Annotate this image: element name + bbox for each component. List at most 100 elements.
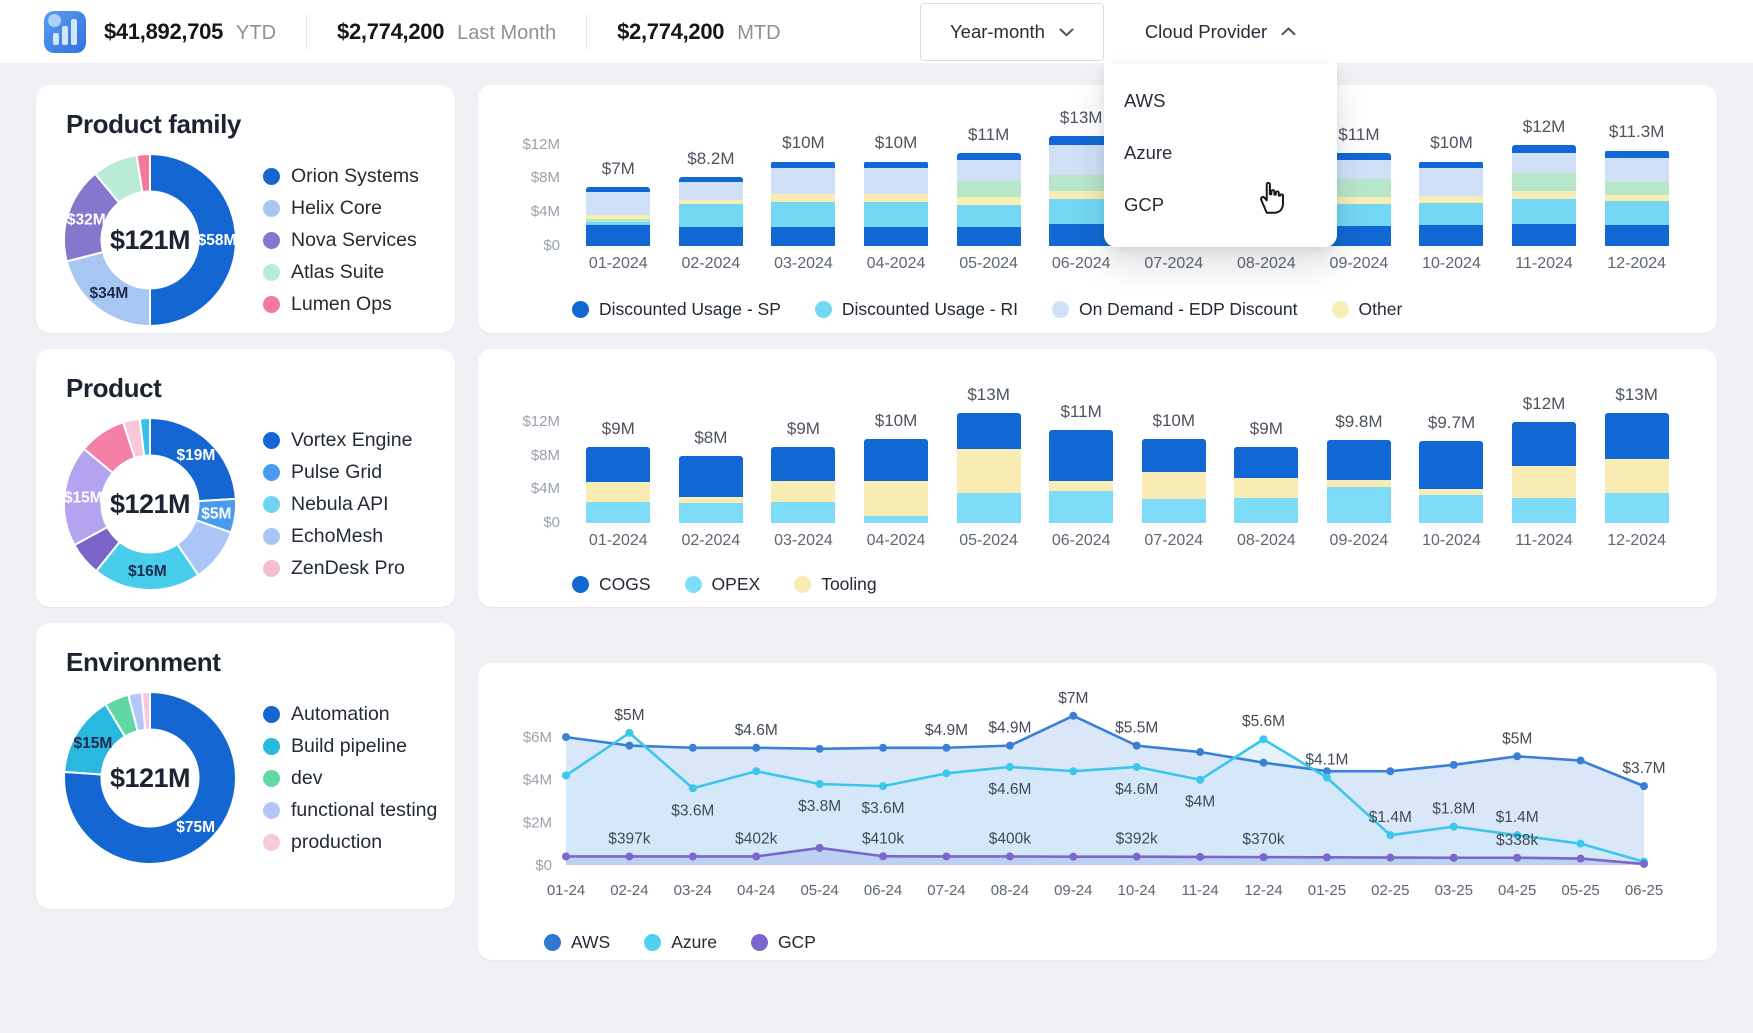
bar-segment-opex: [679, 503, 743, 523]
legend-item-production[interactable]: production: [263, 831, 437, 854]
environment-donut-row: $75M$15M$121M Automation Build pipeline dev…: [62, 690, 455, 866]
bar-slot: $7M: [572, 131, 665, 246]
bar-01-2024[interactable]: [586, 447, 650, 523]
point-gcp-10-24: [1133, 853, 1141, 861]
bar-segment-cogs: [771, 447, 835, 481]
point-aws-03-25: [1450, 761, 1458, 769]
point-azure-12-24: [1260, 735, 1268, 743]
legend-item-orion-systems[interactable]: Orion Systems: [263, 165, 419, 188]
bar-slot: $10M: [850, 405, 943, 523]
x-tick-label: 12-24: [1244, 882, 1282, 899]
legend-dot: [751, 934, 768, 951]
legend-item-zendesk-pro[interactable]: ZenDesk Pro: [263, 557, 412, 580]
cloud-provider-select-label: Cloud Provider: [1145, 21, 1267, 43]
legend-dot: [544, 934, 561, 951]
legend-item-echomesh[interactable]: EchoMesh: [263, 525, 412, 548]
point-label: $3.8M: [798, 798, 841, 815]
bar-03-2024[interactable]: [771, 447, 835, 523]
bar-11-2024[interactable]: [1512, 145, 1576, 246]
bar-11-2024[interactable]: [1512, 422, 1576, 523]
bar-segment-opex: [586, 502, 650, 523]
point-gcp-12-24: [1260, 853, 1268, 861]
bar-segment-ri: [1419, 203, 1483, 225]
bar-05-2024[interactable]: [957, 413, 1021, 523]
bar-segment-edp: [771, 168, 835, 194]
legend-item-atlas-suite[interactable]: Atlas Suite: [263, 261, 419, 284]
legend-item-tooling[interactable]: Tooling: [794, 574, 876, 595]
y-tick-label: $6M: [523, 729, 552, 746]
donut-chart: $75M$15M$121M: [62, 690, 238, 866]
legend-item-aws[interactable]: AWS: [544, 932, 610, 953]
menu-item-azure[interactable]: Azure: [1104, 127, 1337, 179]
point-aws-04-24: [752, 744, 760, 752]
legend-item-azure[interactable]: Azure: [644, 932, 717, 953]
year-month-select[interactable]: Year-month: [920, 3, 1104, 61]
bar-value-label: $8.2M: [687, 149, 734, 169]
kpi-last-month-value: $2,774,200: [337, 19, 444, 45]
bar-value-label: $9M: [1250, 419, 1283, 439]
bar-slot: $10M: [850, 131, 943, 246]
legend-item-lumen-ops[interactable]: Lumen Ops: [263, 293, 419, 316]
legend-item-other[interactable]: Other: [1332, 299, 1403, 320]
y-tick-label: $12M: [522, 136, 560, 153]
bar-02-2024[interactable]: [679, 456, 743, 523]
legend-item-pulse-grid[interactable]: Pulse Grid: [263, 461, 412, 484]
bar-12-2024[interactable]: [1605, 150, 1669, 246]
legend-item-build-pipeline[interactable]: Build pipeline: [263, 735, 437, 758]
x-axis: 01-202402-202403-202404-202405-202406-20…: [572, 532, 1683, 550]
bar-04-2024[interactable]: [864, 161, 928, 246]
bar-04-2024[interactable]: [864, 439, 928, 523]
menu-item-aws[interactable]: AWS: [1104, 75, 1337, 127]
product-donut-row: $19M$5M$16M$15M$121MVortex EnginePulse G…: [62, 416, 455, 592]
legend-label: Nova Services: [291, 229, 417, 252]
legend-dot: [263, 560, 280, 577]
legend-item-helix-core[interactable]: Helix Core: [263, 197, 419, 220]
bar-03-2024[interactable]: [771, 161, 835, 246]
legend-item-functional-testing[interactable]: functional testing: [263, 799, 437, 822]
bar-02-2024[interactable]: [679, 177, 743, 246]
bar-09-2024[interactable]: [1327, 440, 1391, 523]
x-tick-label: 08-2024: [1220, 255, 1313, 273]
point-azure-05-24: [816, 780, 824, 788]
bar-07-2024[interactable]: [1142, 439, 1206, 523]
legend-dot: [263, 738, 280, 755]
bar-08-2024[interactable]: [1234, 447, 1298, 523]
bar-10-2024[interactable]: [1419, 161, 1483, 246]
legend-item-nebula-api[interactable]: Nebula API: [263, 493, 412, 516]
bar-12-2024[interactable]: [1605, 413, 1669, 523]
x-tick-label: 03-24: [674, 882, 712, 899]
product-title: Product: [66, 373, 455, 404]
menu-item-gcp[interactable]: GCP: [1104, 179, 1337, 231]
x-tick-label: 05-2024: [942, 255, 1035, 273]
bar-segment-ri: [1605, 201, 1669, 225]
legend-item-discounted-usage-ri[interactable]: Discounted Usage - RI: [815, 299, 1018, 320]
point-azure-08-24: [1006, 763, 1014, 771]
legend-item-vortex-engine[interactable]: Vortex Engine: [263, 429, 412, 452]
bar-10-2024[interactable]: [1419, 441, 1483, 523]
point-gcp-08-24: [1006, 852, 1014, 860]
legend-item-automation[interactable]: Automation: [263, 703, 437, 726]
bar-value-label: $13M: [1615, 385, 1658, 405]
legend-dot: [572, 301, 589, 318]
legend-item-cogs[interactable]: COGS: [572, 574, 651, 595]
legend-item-gcp[interactable]: GCP: [751, 932, 816, 953]
cloud-provider-select[interactable]: Cloud Provider: [1104, 0, 1337, 63]
bar-01-2024[interactable]: [586, 187, 650, 246]
legend-item-nova-services[interactable]: Nova Services: [263, 229, 419, 252]
x-tick-label: 02-2024: [665, 255, 758, 273]
bar-value-label: $12M: [1523, 117, 1566, 137]
bar-05-2024[interactable]: [957, 153, 1021, 246]
legend-item-opex[interactable]: OPEX: [685, 574, 761, 595]
legend-label: dev: [291, 767, 322, 790]
donut-total: $121M: [62, 416, 238, 592]
point-label: $3.7M: [1622, 760, 1665, 777]
bar-06-2024[interactable]: [1049, 430, 1113, 523]
legend-item-on-demand-edp-discount[interactable]: On Demand - EDP Discount: [1052, 299, 1298, 320]
legend-item-dev[interactable]: dev: [263, 767, 437, 790]
legend-label: Azure: [671, 932, 717, 953]
legend-label: Tooling: [821, 574, 876, 595]
bar-segment-sp: [679, 227, 743, 246]
legend-item-discounted-usage-sp[interactable]: Discounted Usage - SP: [572, 299, 781, 320]
bar-segment-sp: [1419, 225, 1483, 246]
bar-segment-tooling: [1512, 466, 1576, 497]
